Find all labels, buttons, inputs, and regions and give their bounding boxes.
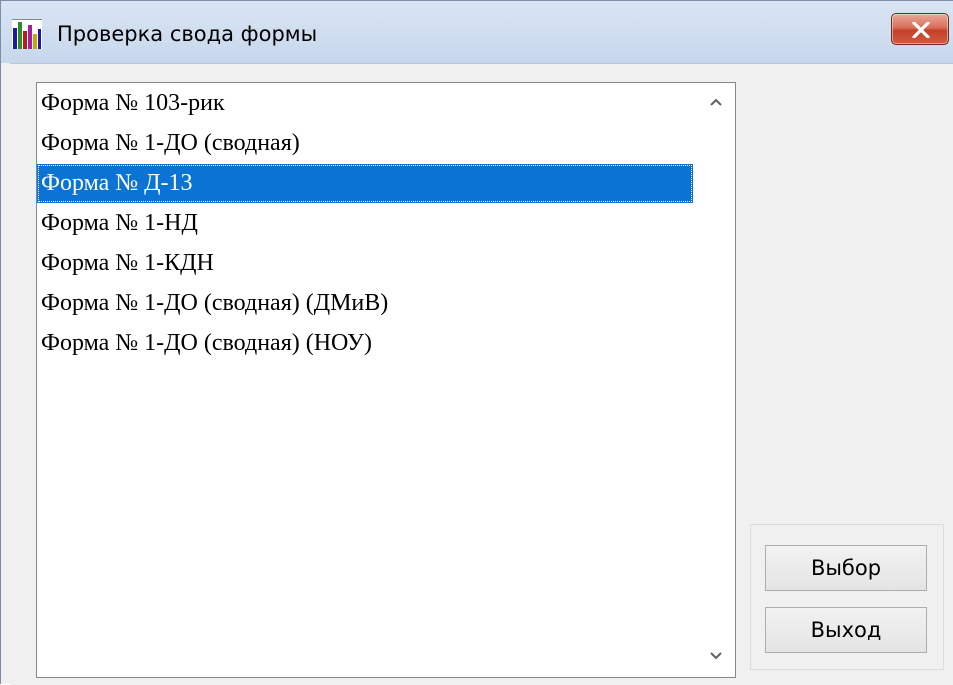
bar-chart-icon — [12, 19, 42, 49]
list-item[interactable]: Форма № 1-ДО (сводная) — [37, 124, 693, 163]
list-item-selected[interactable]: Форма № Д-13 — [37, 164, 693, 203]
list-item[interactable]: Форма № 1-ДО (сводная) (НОУ) — [37, 324, 693, 363]
dialog-window: Проверка свода формы Форма № 103-рик Фор… — [0, 0, 953, 685]
chevron-up-icon — [710, 98, 722, 106]
list-item[interactable]: Форма № 1-ДО (сводная) (ДМиВ) — [37, 284, 693, 323]
select-button[interactable]: Выбор — [765, 545, 927, 591]
button-panel: Выбор Выход — [750, 524, 944, 670]
title-bar[interactable]: Проверка свода формы — [1, 1, 953, 63]
exit-button[interactable]: Выход — [765, 607, 927, 653]
chevron-down-icon — [710, 652, 722, 660]
window-title: Проверка свода формы — [57, 22, 318, 46]
dialog-client-area: Форма № 103-рик Форма № 1-ДО (сводная) Ф… — [10, 63, 953, 685]
close-icon — [912, 22, 930, 38]
scroll-up-button[interactable] — [697, 87, 735, 121]
list-item[interactable]: Форма № 1-НД — [37, 204, 693, 243]
forms-list[interactable]: Форма № 103-рик Форма № 1-ДО (сводная) Ф… — [36, 82, 736, 678]
vertical-scrollbar[interactable] — [697, 83, 735, 677]
list-item[interactable]: Форма № 1-КДН — [37, 244, 693, 283]
forms-list-items: Форма № 103-рик Форма № 1-ДО (сводная) Ф… — [37, 83, 697, 677]
list-item[interactable]: Форма № 103-рик — [37, 84, 693, 123]
close-button[interactable] — [891, 13, 949, 45]
scroll-down-button[interactable] — [697, 641, 735, 675]
